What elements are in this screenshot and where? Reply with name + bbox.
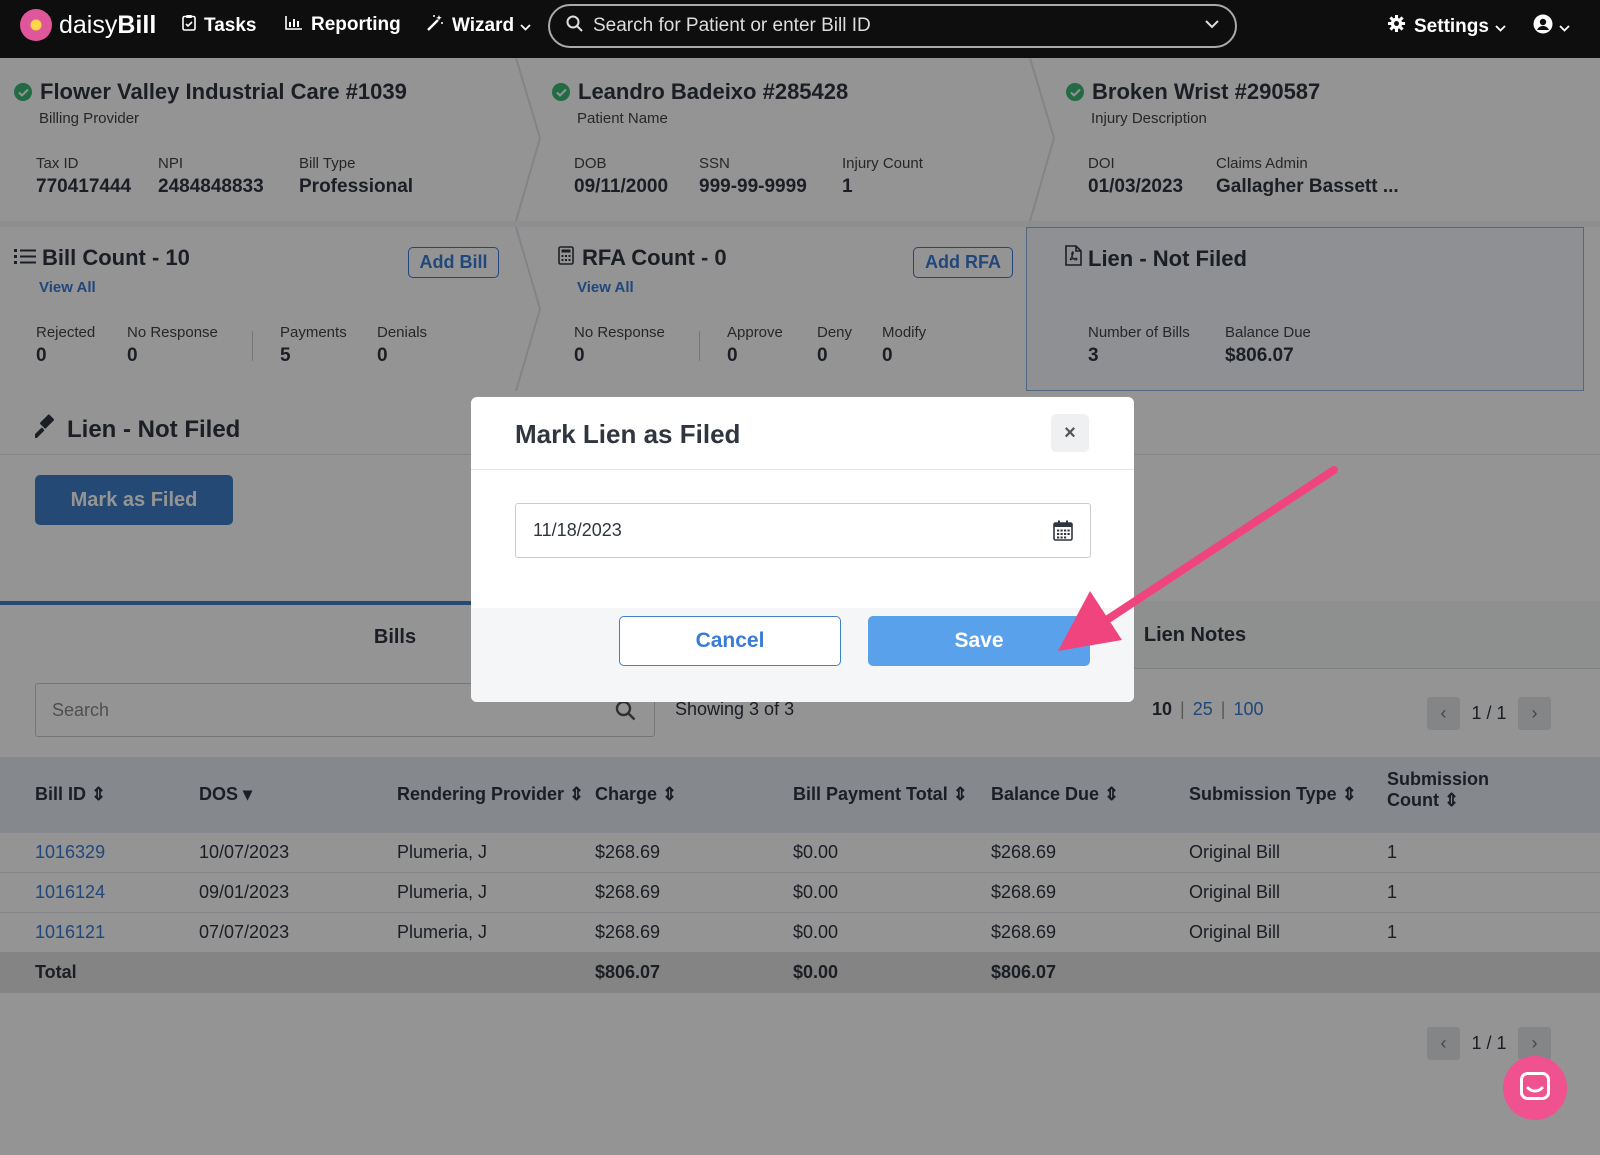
calendar-icon[interactable]	[1053, 520, 1073, 546]
modal-title: Mark Lien as Filed	[515, 419, 741, 449]
patient-search-bar[interactable]: Search for Patient or enter Bill ID	[548, 4, 1237, 48]
chat-icon	[1520, 1071, 1550, 1105]
nav-wizard[interactable]: Wizard	[426, 14, 531, 38]
nav-settings-label: Settings	[1414, 15, 1489, 37]
bar-chart-icon	[285, 14, 303, 36]
user-circle-icon	[1533, 14, 1553, 40]
chevron-down-icon[interactable]	[1205, 16, 1219, 34]
logo-flower-icon	[20, 9, 52, 41]
user-menu[interactable]	[1533, 14, 1570, 40]
mark-lien-filed-modal: Mark Lien as Filed × 11/18/2023 Cancel S…	[471, 397, 1134, 702]
nav-tasks[interactable]: Tasks	[182, 14, 256, 37]
nav-wizard-label: Wizard	[452, 15, 515, 36]
chevron-down-icon	[1495, 16, 1506, 38]
modal-divider	[471, 469, 1134, 470]
clipboard-icon	[182, 14, 196, 37]
date-value: 11/18/2023	[533, 520, 622, 540]
nav-reporting-label: Reporting	[311, 14, 401, 35]
save-button[interactable]: Save	[868, 616, 1090, 666]
filed-date-input[interactable]: 11/18/2023	[515, 503, 1091, 558]
search-icon	[566, 15, 583, 37]
top-nav: daisyBill Tasks Reporting Wizard Search …	[0, 0, 1600, 58]
cancel-button[interactable]: Cancel	[619, 616, 841, 666]
chevron-down-icon	[1559, 16, 1570, 38]
nav-settings[interactable]: Settings	[1387, 14, 1506, 39]
daisybill-logo[interactable]: daisyBill	[20, 9, 156, 41]
gear-icon	[1387, 14, 1406, 39]
close-icon[interactable]: ×	[1051, 414, 1089, 452]
nav-tasks-label: Tasks	[204, 14, 257, 36]
chevron-down-icon	[520, 15, 531, 37]
chat-launcher[interactable]	[1503, 1056, 1567, 1120]
logo-suffix: Bill	[117, 10, 157, 39]
logo-prefix: daisy	[59, 10, 118, 39]
search-placeholder: Search for Patient or enter Bill ID	[593, 15, 871, 36]
magic-wand-icon	[426, 14, 444, 38]
nav-reporting[interactable]: Reporting	[285, 14, 401, 36]
